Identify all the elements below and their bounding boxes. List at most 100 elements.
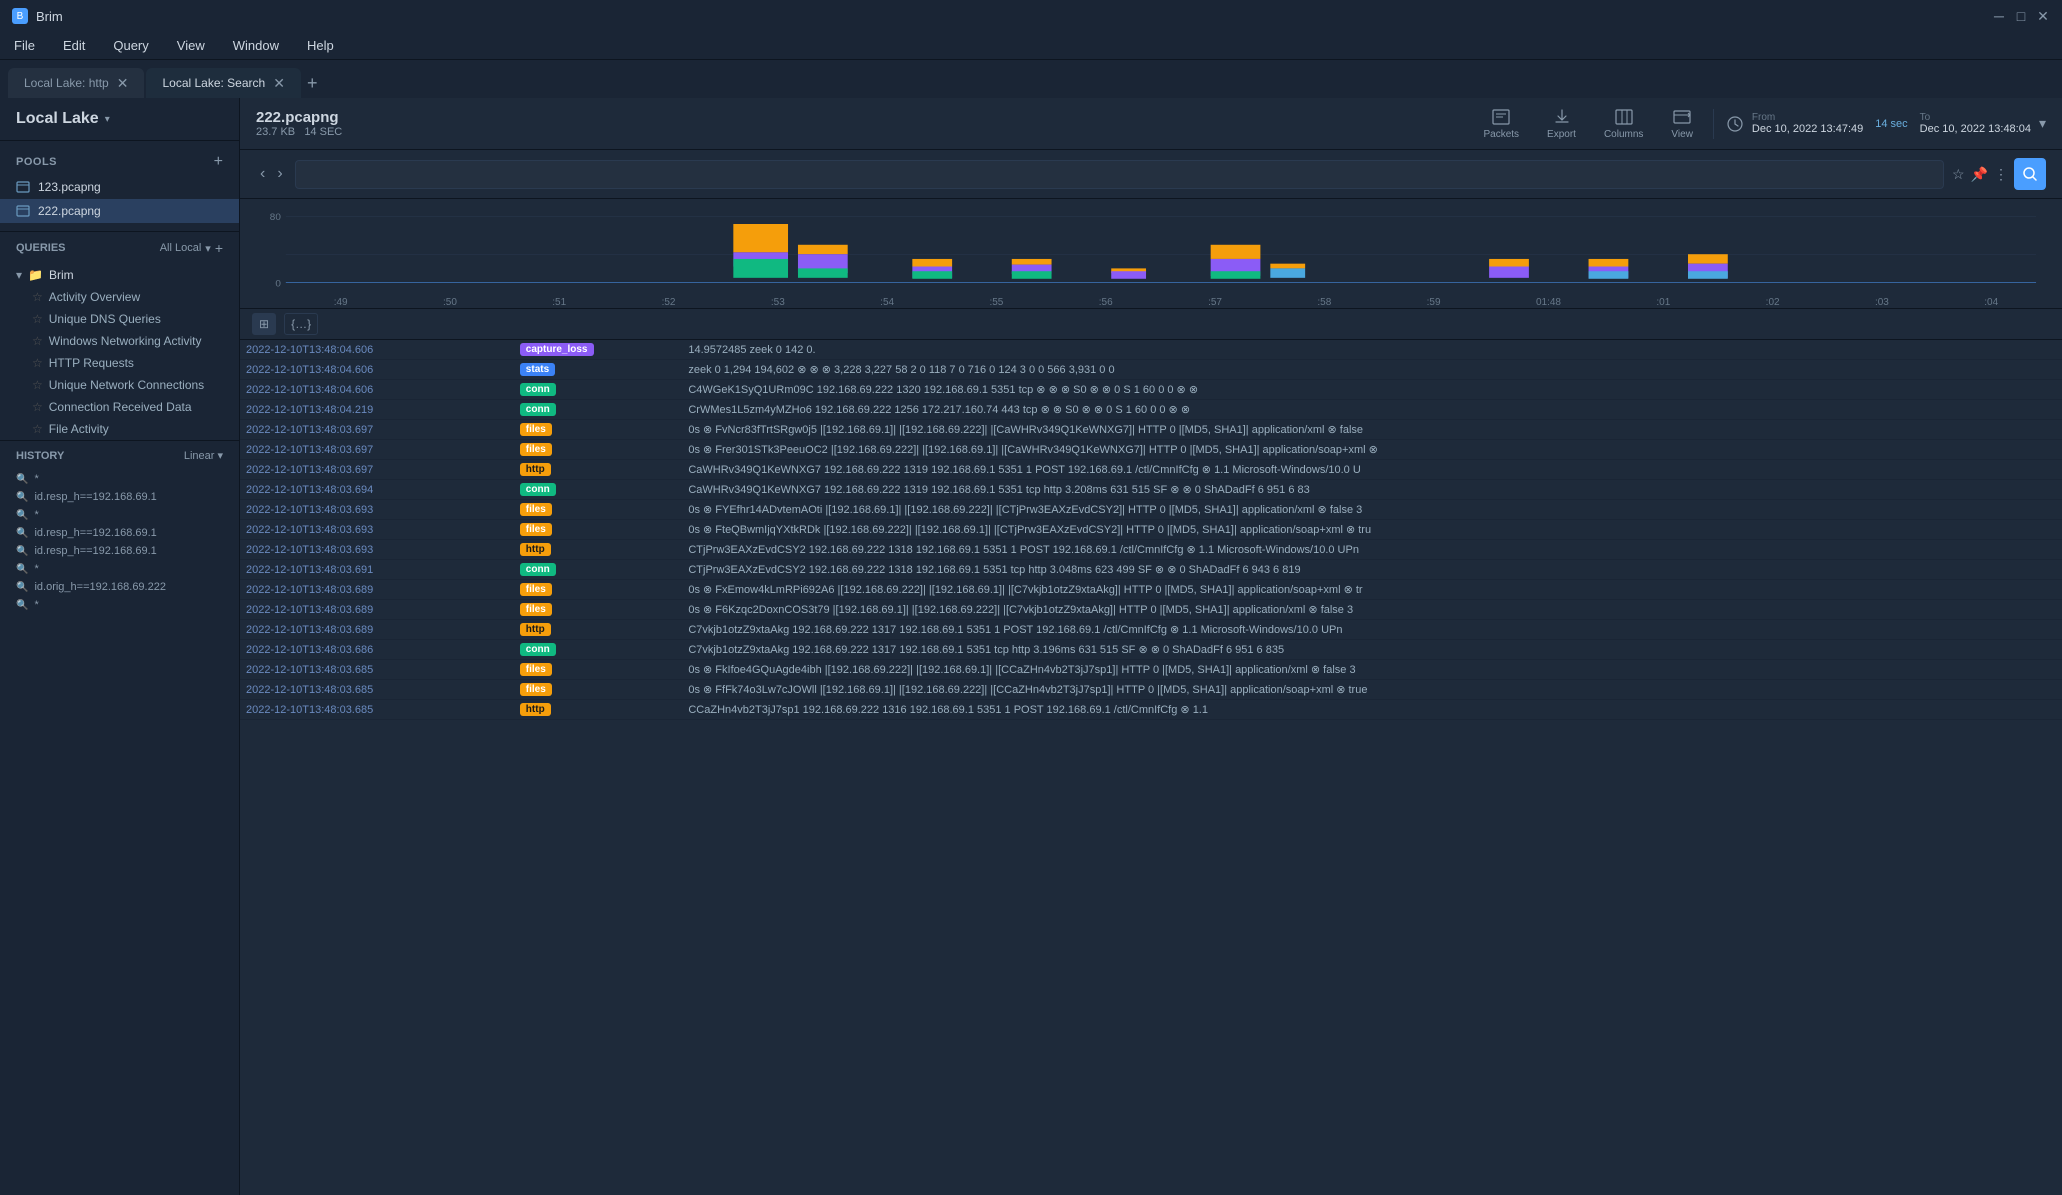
row-data: CTjPrw3EAXzEvdCSY2 192.168.69.222 1318 1… bbox=[682, 540, 2062, 560]
history-item[interactable]: 🔍id.resp_h==192.168.69.1 bbox=[0, 542, 239, 560]
table-row[interactable]: 2022-12-10T13:48:03.697 files 0s ⊗ FvNcr… bbox=[240, 420, 2062, 440]
tab-http[interactable]: Local Lake: http ✕ bbox=[8, 68, 144, 98]
table-row[interactable]: 2022-12-10T13:48:03.689 files 0s ⊗ F6Kzq… bbox=[240, 600, 2062, 620]
table-row[interactable]: 2022-12-10T13:48:03.693 files 0s ⊗ FteQB… bbox=[240, 520, 2062, 540]
pool-icon-222 bbox=[16, 204, 30, 218]
row-badge: conn bbox=[514, 480, 683, 500]
menu-file[interactable]: File bbox=[8, 36, 41, 55]
table-view-grid-button[interactable]: ⊞ bbox=[252, 313, 276, 335]
maximize-button[interactable]: □ bbox=[2014, 9, 2028, 23]
columns-button[interactable]: Columns bbox=[1596, 103, 1651, 144]
packets-button[interactable]: Packets bbox=[1475, 103, 1527, 144]
data-table-area[interactable]: ⊞ {…} 2022-12-10T13:48:04.606 capture_lo… bbox=[240, 309, 2062, 1195]
close-button[interactable]: ✕ bbox=[2036, 9, 2050, 23]
history-item[interactable]: 🔍* bbox=[0, 596, 239, 614]
view-button[interactable]: View bbox=[1663, 103, 1701, 144]
search-star-button[interactable]: ☆ bbox=[1952, 166, 1965, 183]
queries-section: QUERIES All Local ▾ + ▾ 📁 Brim ☆Activity… bbox=[0, 231, 239, 440]
history-search-icon: 🔍 bbox=[16, 528, 28, 539]
menu-help[interactable]: Help bbox=[301, 36, 340, 55]
query-item[interactable]: ☆Connection Received Data bbox=[0, 396, 239, 418]
star-icon: ☆ bbox=[32, 378, 43, 392]
history-search-icon: 🔍 bbox=[16, 510, 28, 521]
search-back-button[interactable]: ‹ bbox=[256, 163, 269, 185]
history-item[interactable]: 🔍* bbox=[0, 560, 239, 578]
time-expand-button[interactable]: ▾ bbox=[2039, 115, 2046, 132]
table-row[interactable]: 2022-12-10T13:48:04.606 stats zeek 0 1,2… bbox=[240, 360, 2062, 380]
menu-query[interactable]: Query bbox=[107, 36, 154, 55]
toolbar-separator bbox=[1713, 109, 1714, 139]
row-badge: http bbox=[514, 700, 683, 720]
row-badge: files bbox=[514, 680, 683, 700]
sidebar-chevron-icon[interactable]: ▾ bbox=[105, 114, 110, 125]
search-more-button[interactable]: ⋮ bbox=[1994, 166, 2008, 183]
query-item[interactable]: ☆Windows Networking Activity bbox=[0, 330, 239, 352]
main-layout: Local Lake ▾ POOLS + 123.pcapng 222.pcap… bbox=[0, 98, 2062, 1195]
pools-add-button[interactable]: + bbox=[214, 153, 223, 171]
queries-filter[interactable]: All Local ▾ + bbox=[160, 240, 223, 256]
minimize-button[interactable]: ─ bbox=[1992, 9, 2006, 23]
table-row[interactable]: 2022-12-10T13:48:03.689 http C7vkjb1otzZ… bbox=[240, 620, 2062, 640]
history-item[interactable]: 🔍id.orig_h==192.168.69.222 bbox=[0, 578, 239, 596]
export-button[interactable]: Export bbox=[1539, 103, 1584, 144]
history-item[interactable]: 🔍* bbox=[0, 470, 239, 488]
tab-add-button[interactable]: + bbox=[303, 69, 322, 98]
menu-window[interactable]: Window bbox=[227, 36, 285, 55]
table-row[interactable]: 2022-12-10T13:48:03.697 files 0s ⊗ Frer3… bbox=[240, 440, 2062, 460]
table-view-json-button[interactable]: {…} bbox=[284, 313, 318, 335]
pool-item-123[interactable]: 123.pcapng bbox=[0, 175, 239, 199]
row-time: 2022-12-10T13:48:03.686 bbox=[240, 640, 514, 660]
history-item[interactable]: 🔍* bbox=[0, 506, 239, 524]
history-mode[interactable]: Linear ▾ bbox=[184, 449, 223, 462]
folder-chevron-icon: ▾ bbox=[16, 268, 22, 282]
history-search-icon: 🔍 bbox=[16, 564, 28, 575]
table-row[interactable]: 2022-12-10T13:48:03.693 files 0s ⊗ FYEfh… bbox=[240, 500, 2062, 520]
brim-folder[interactable]: ▾ 📁 Brim bbox=[0, 264, 239, 286]
table-row[interactable]: 2022-12-10T13:48:03.686 conn C7vkjb1otzZ… bbox=[240, 640, 2062, 660]
query-item[interactable]: ☆Activity Overview bbox=[0, 286, 239, 308]
tab-search[interactable]: Local Lake: Search ✕ bbox=[146, 68, 300, 98]
table-row[interactable]: 2022-12-10T13:48:03.685 files 0s ⊗ FkIfo… bbox=[240, 660, 2062, 680]
search-go-button[interactable] bbox=[2014, 158, 2046, 190]
pool-toolbar: 222.pcapng 23.7 KB 14 SEC Packets Export bbox=[240, 98, 2062, 150]
table-row[interactable]: 2022-12-10T13:48:03.685 files 0s ⊗ FfFk7… bbox=[240, 680, 2062, 700]
query-item[interactable]: ☆Unique DNS Queries bbox=[0, 308, 239, 330]
query-item[interactable]: ☆HTTP Requests bbox=[0, 352, 239, 374]
history-item[interactable]: 🔍id.resp_h==192.168.69.1 bbox=[0, 524, 239, 542]
row-time: 2022-12-10T13:48:03.697 bbox=[240, 440, 514, 460]
menu-edit[interactable]: Edit bbox=[57, 36, 91, 55]
query-item[interactable]: ☆Unique Network Connections bbox=[0, 374, 239, 396]
search-input[interactable] bbox=[295, 160, 1944, 189]
toolbar-actions: Packets Export Columns View bbox=[1475, 103, 2046, 144]
table-row[interactable]: 2022-12-10T13:48:03.694 conn CaWHRv349Q1… bbox=[240, 480, 2062, 500]
table-row[interactable]: 2022-12-10T13:48:03.689 files 0s ⊗ FxEmo… bbox=[240, 580, 2062, 600]
table-row[interactable]: 2022-12-10T13:48:04.219 conn CrWMes1L5zm… bbox=[240, 400, 2062, 420]
search-forward-button[interactable]: › bbox=[273, 163, 286, 185]
table-row[interactable]: 2022-12-10T13:48:04.606 conn C4WGeK1SyQ1… bbox=[240, 380, 2062, 400]
table-row[interactable]: 2022-12-10T13:48:03.685 http CCaZHn4vb2T… bbox=[240, 700, 2062, 720]
tab-search-close[interactable]: ✕ bbox=[273, 75, 285, 92]
row-time: 2022-12-10T13:48:04.219 bbox=[240, 400, 514, 420]
row-badge: stats bbox=[514, 360, 683, 380]
queries-add-icon[interactable]: + bbox=[215, 240, 223, 256]
table-row[interactable]: 2022-12-10T13:48:04.606 capture_loss 14.… bbox=[240, 340, 2062, 360]
folder-label: Brim bbox=[49, 268, 74, 282]
table-row[interactable]: 2022-12-10T13:48:03.693 http CTjPrw3EAXz… bbox=[240, 540, 2062, 560]
star-icon: ☆ bbox=[32, 356, 43, 370]
row-badge: files bbox=[514, 660, 683, 680]
search-pin-button[interactable]: 📌 bbox=[1971, 166, 1988, 183]
row-badge: http bbox=[514, 460, 683, 480]
columns-label: Columns bbox=[1604, 129, 1643, 140]
pool-item-222[interactable]: 222.pcapng bbox=[0, 199, 239, 223]
table-row[interactable]: 2022-12-10T13:48:03.697 http CaWHRv349Q1… bbox=[240, 460, 2062, 480]
history-chevron-icon: ▾ bbox=[217, 450, 223, 462]
star-icon: ☆ bbox=[32, 334, 43, 348]
row-data: CrWMes1L5zm4yMZHo6 192.168.69.222 1256 1… bbox=[682, 400, 2062, 420]
table-row[interactable]: 2022-12-10T13:48:03.691 conn CTjPrw3EAXz… bbox=[240, 560, 2062, 580]
row-data: 0s ⊗ FfFk74o3Lw7cJOWll |[192.168.69.1]| … bbox=[682, 680, 2062, 700]
packets-label: Packets bbox=[1483, 129, 1519, 140]
query-item[interactable]: ☆File Activity bbox=[0, 418, 239, 440]
tab-http-close[interactable]: ✕ bbox=[117, 75, 129, 92]
history-item[interactable]: 🔍id.resp_h==192.168.69.1 bbox=[0, 488, 239, 506]
menu-view[interactable]: View bbox=[171, 36, 211, 55]
